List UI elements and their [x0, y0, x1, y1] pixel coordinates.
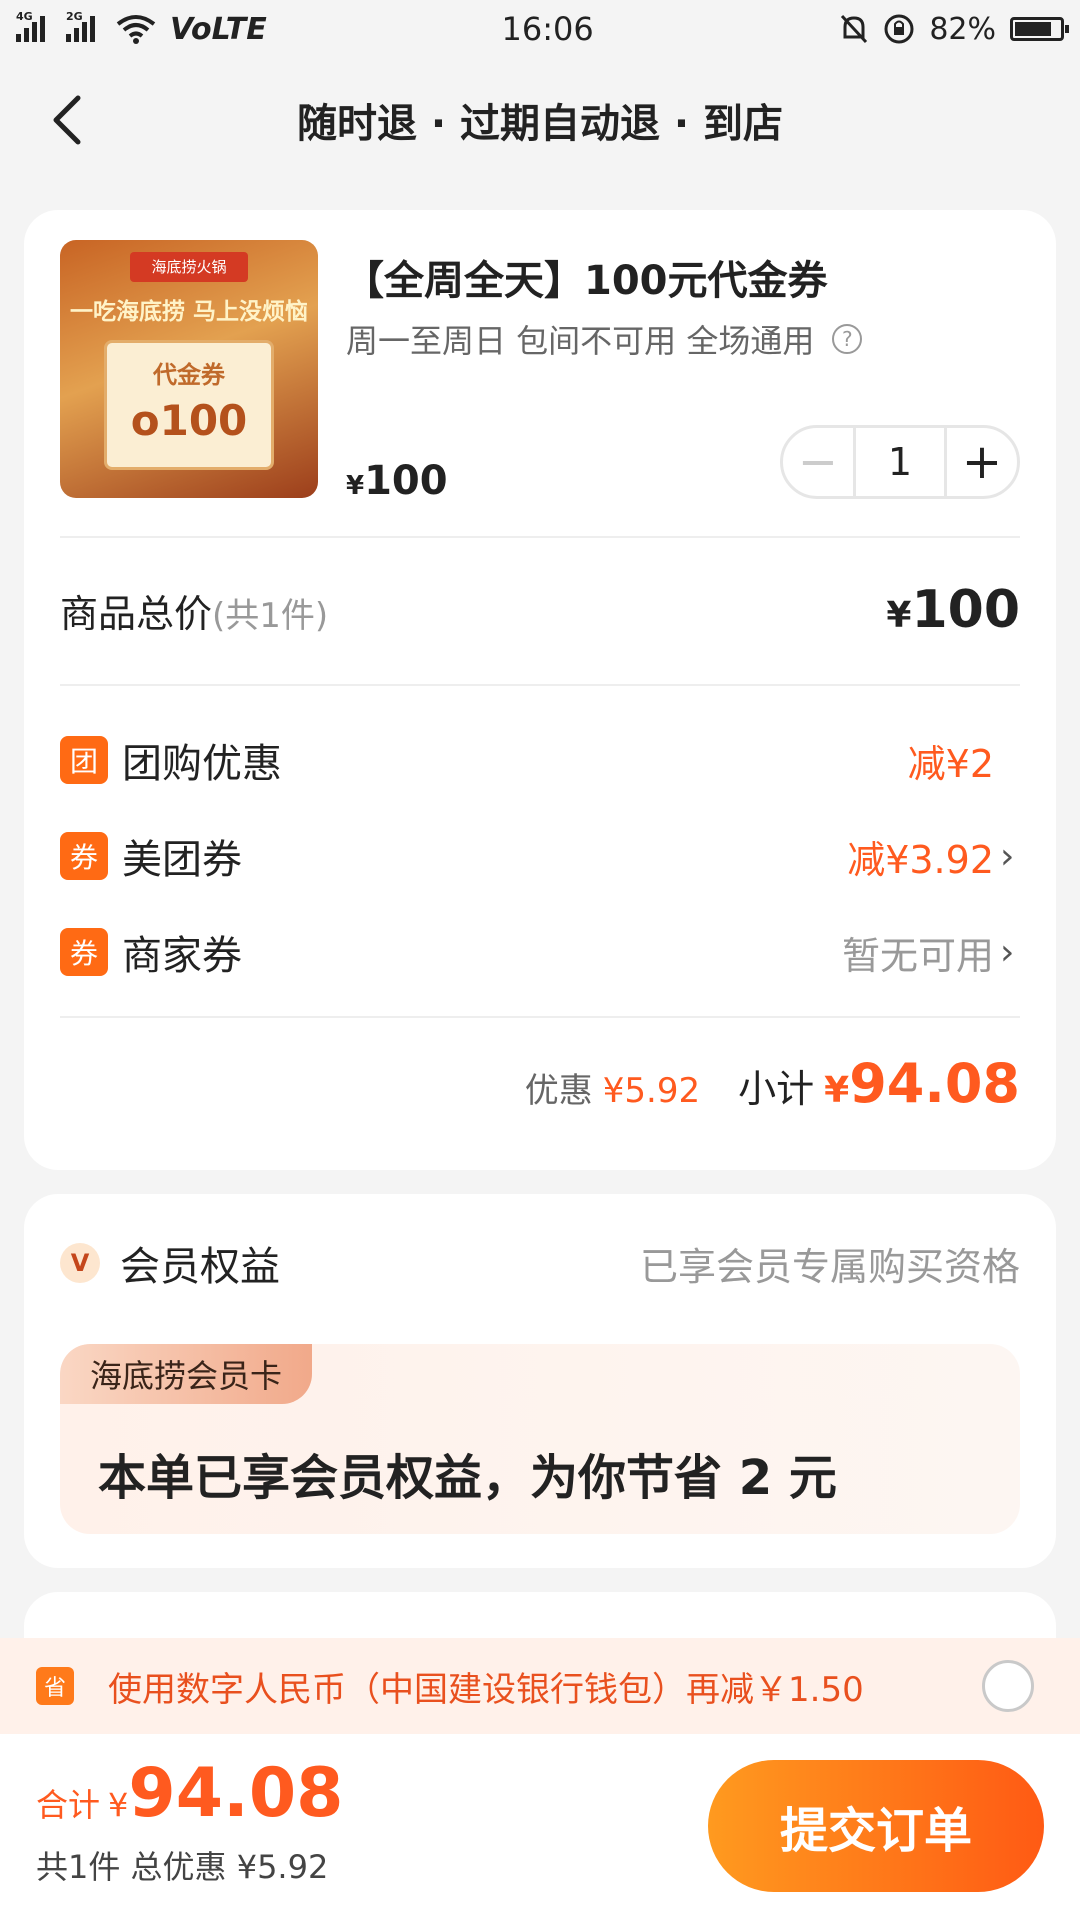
- page-title: 随时退 · 过期自动退 · 到店: [296, 101, 784, 147]
- submit-order-button[interactable]: 提交订单: [708, 1760, 1044, 1892]
- chevron-right-icon: ›: [1000, 835, 1015, 877]
- promo-text: 使用数字人民币（中国建设银行钱包）再减￥1.50: [108, 1669, 864, 1710]
- goods-count: (共1件): [212, 595, 329, 636]
- subtotal-amount: 94.08: [849, 1052, 1020, 1115]
- mute-bell-icon: [841, 14, 868, 44]
- product-subtitle: 周一至周日 包间不可用 全场通用 ?: [346, 316, 863, 362]
- status-bar: 4G 2G VoLTE 16:06 82%: [0, 0, 1080, 58]
- grand-total-label: 合计: [36, 1786, 101, 1824]
- quantity-value[interactable]: 1: [853, 428, 947, 496]
- discount-value: 暂无可用: [841, 933, 994, 978]
- grand-total-symbol: ¥: [108, 1786, 129, 1824]
- quantity-stepper: − 1 +: [780, 425, 1020, 499]
- discount-label: 美团券: [122, 837, 242, 883]
- brand-logo: 海底捞火锅: [130, 252, 248, 282]
- wifi-icon: [116, 15, 156, 44]
- divider: [60, 684, 1020, 686]
- product-price: ¥100: [346, 458, 448, 504]
- product-title: 【全周全天】100元代金券: [344, 258, 828, 304]
- thumb-ticket: 代金券 o100: [104, 340, 274, 470]
- divider: [60, 1016, 1020, 1018]
- discount-value: 减¥2: [907, 741, 994, 786]
- battery-percent: 82%: [929, 11, 996, 47]
- discount-row-group-buy: 团 团购优惠 减¥2: [60, 732, 1020, 788]
- thumb-ticket-value: o100: [130, 396, 248, 445]
- save-icon: 省: [36, 1667, 74, 1705]
- total-symbol: ¥: [886, 595, 912, 636]
- price-symbol: ¥: [346, 471, 365, 501]
- discount-label: 团购优惠: [122, 741, 282, 787]
- battery-icon: [1010, 17, 1069, 41]
- price-value: 100: [364, 458, 448, 504]
- coupon-icon: 券: [60, 928, 108, 976]
- goods-total-row: 商品总价(共1件) ¥100: [60, 570, 1020, 650]
- increase-button[interactable]: +: [947, 428, 1017, 496]
- goods-total-label: 商品总价: [60, 591, 213, 636]
- decrease-button[interactable]: −: [783, 428, 853, 496]
- member-title: 会员权益: [120, 1244, 280, 1290]
- help-icon[interactable]: ?: [832, 324, 863, 354]
- member-card-tag: 海底捞会员卡: [60, 1344, 313, 1404]
- member-benefits-card: V 会员权益 已享会员专属购买资格 海底捞会员卡 本单已享会员权益，为你节省 2…: [24, 1194, 1056, 1568]
- promo-radio[interactable]: [982, 1660, 1034, 1712]
- grand-total: 合计 ¥ 94.08: [36, 1754, 343, 1833]
- total-amount: 100: [911, 580, 1020, 640]
- page-header: 随时退 · 过期自动退 · 到店: [0, 70, 1080, 170]
- divider: [60, 536, 1020, 538]
- product-thumbnail[interactable]: 海底捞火锅 一吃海底捞 马上没烦恼 代金券 o100: [60, 240, 318, 498]
- member-card-box: 海底捞会员卡 本单已享会员权益，为你节省 2 元: [60, 1344, 1020, 1534]
- subtotal-value: ¥94.08: [824, 1052, 1020, 1115]
- discount-row-meituan-coupon[interactable]: 券 美团券 减¥3.92 ›: [60, 828, 1020, 884]
- subtotal-summary: 优惠 ¥5.92 小计 ¥94.08: [525, 1052, 1020, 1115]
- grand-total-amount: 94.08: [128, 1754, 344, 1833]
- status-time: 16:06: [501, 10, 594, 48]
- subtotal-label: 小计: [738, 1067, 815, 1111]
- signal-2g-icon: 2G: [66, 10, 106, 46]
- coupon-icon: 券: [60, 832, 108, 880]
- saving-value: ¥5.92: [602, 1071, 701, 1111]
- grand-total-sub: 共1件 总优惠 ¥5.92: [36, 1848, 329, 1886]
- discount-label: 商家券: [122, 933, 242, 979]
- signal-4g-icon: 4G: [16, 10, 56, 46]
- checkout-bar: 合计 ¥ 94.08 共1件 总优惠 ¥5.92 提交订单: [0, 1734, 1080, 1920]
- goods-total-value: ¥100: [886, 580, 1020, 640]
- rotation-lock-icon: [884, 14, 914, 44]
- group-buy-icon: 团: [60, 736, 108, 784]
- thumb-slogan: 一吃海底捞 马上没烦恼: [69, 299, 308, 325]
- member-saving-text: 本单已享会员权益，为你节省 2 元: [98, 1450, 837, 1506]
- thumb-ticket-label: 代金券: [153, 361, 225, 389]
- chevron-right-icon: ›: [1000, 931, 1015, 973]
- discount-value: 减¥3.92: [847, 837, 994, 882]
- discount-row-merchant-coupon[interactable]: 券 商家券 暂无可用 ›: [60, 924, 1020, 980]
- digital-rmb-promo[interactable]: 省 使用数字人民币（中国建设银行钱包）再减￥1.50: [0, 1638, 1080, 1734]
- order-card: 海底捞火锅 一吃海底捞 马上没烦恼 代金券 o100 【全周全天】100元代金券…: [24, 210, 1056, 1170]
- vip-icon: V: [60, 1243, 100, 1283]
- saving-label: 优惠: [524, 1071, 593, 1111]
- product-rules: 周一至周日 包间不可用 全场通用: [346, 322, 815, 360]
- back-arrow-icon[interactable]: [40, 90, 100, 150]
- member-header: V 会员权益 已享会员专属购买资格: [60, 1234, 1020, 1292]
- member-note: 已享会员专属购买资格: [639, 1244, 1020, 1289]
- volte-indicator: VoLTE: [170, 11, 267, 47]
- subtotal-symbol: ¥: [824, 1070, 850, 1111]
